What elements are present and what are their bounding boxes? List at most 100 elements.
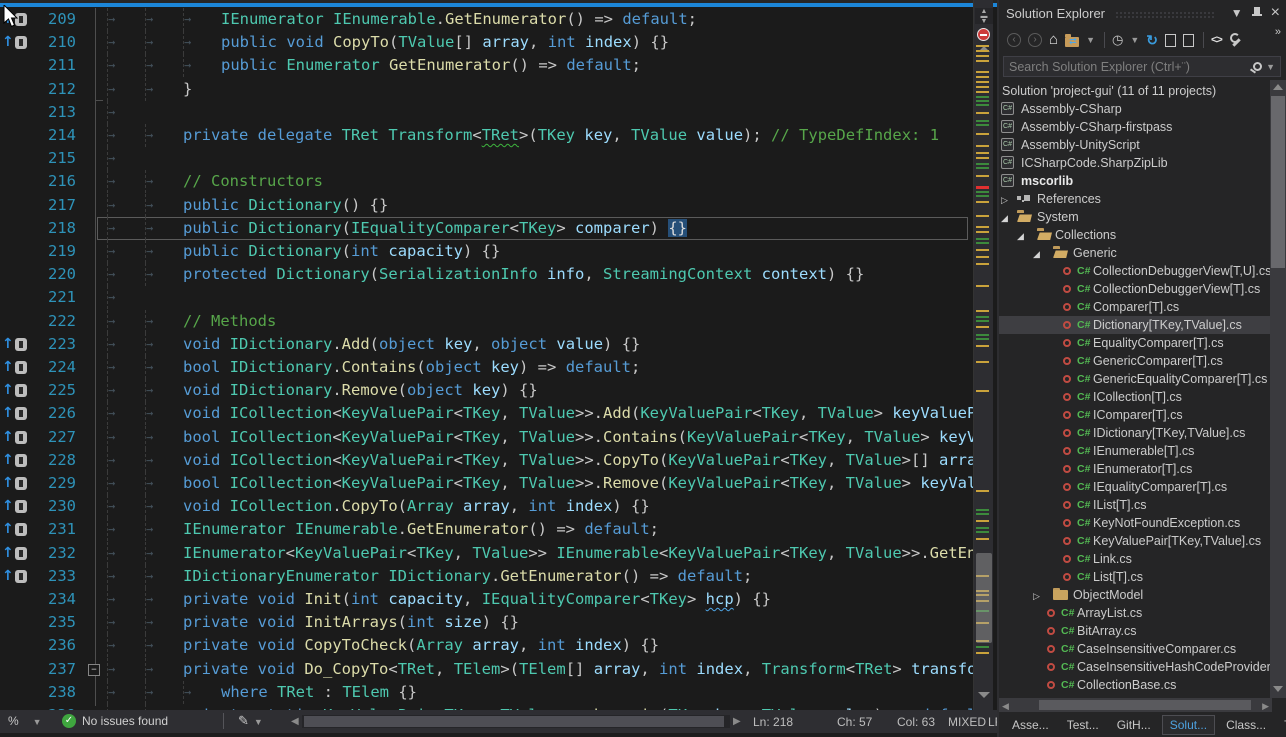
- code-line-227[interactable]: ↑227→→bool ICollection<KeyValuePair<TKey…: [0, 426, 973, 450]
- code-line-210[interactable]: ↑210→→→public void CopyTo(TValue[] array…: [0, 31, 973, 55]
- tree-item-objectmodel[interactable]: ▷ObjectModel: [999, 586, 1272, 604]
- collapse-all-icon[interactable]: [1165, 34, 1176, 47]
- panel-tab-gith[interactable]: GitH...: [1110, 716, 1158, 734]
- chevron-down-icon[interactable]: ▼: [1086, 32, 1095, 48]
- collapsed-arrow-icon[interactable]: ▷: [1001, 191, 1008, 209]
- zoom-percent-control[interactable]: %▼: [8, 714, 42, 728]
- tree-item-genericequalitycomparer-t-cs[interactable]: C#GenericEqualityComparer[T].cs: [999, 370, 1272, 388]
- interface-implementation-badge-icon[interactable]: [15, 500, 27, 513]
- formatting-brush-button[interactable]: ✎▼: [238, 713, 263, 729]
- code-line-223[interactable]: ↑223→→void IDictionary.Add(object key, o…: [0, 333, 973, 357]
- scrollbar-thumb[interactable]: [1039, 700, 1251, 710]
- interface-implementation-badge-icon[interactable]: [15, 384, 27, 397]
- tree-vertical-scrollbar[interactable]: [1270, 80, 1286, 698]
- code-line-220[interactable]: 220→→protected Dictionary(SerializationI…: [0, 263, 973, 287]
- interface-implementation-badge-icon[interactable]: [15, 431, 27, 444]
- scroll-down-arrow[interactable]: [1273, 686, 1283, 692]
- reference-up-arrow-icon[interactable]: ↑: [2, 405, 14, 421]
- code-line-216[interactable]: 216→→// Constructors: [0, 170, 973, 194]
- scrollbar-thumb[interactable]: [1271, 96, 1285, 268]
- code-line-211[interactable]: 211→→→public Enumerator GetEnumerator() …: [0, 54, 973, 78]
- reference-up-arrow-icon[interactable]: ↑: [2, 359, 14, 375]
- tree-item-equalitycomparer-t-cs[interactable]: C#EqualityComparer[T].cs: [999, 334, 1272, 352]
- window-position-icon[interactable]: ▼: [1231, 6, 1243, 20]
- code-line-224[interactable]: ↑224→→bool IDictionary.Contains(object k…: [0, 356, 973, 380]
- scrollbar-thumb[interactable]: [976, 553, 992, 643]
- code-line-218[interactable]: 218→→public Dictionary(IEqualityComparer…: [0, 217, 973, 241]
- code-line-212[interactable]: 212→→}: [0, 78, 973, 102]
- search-icon[interactable]: [1253, 62, 1262, 71]
- code-line-234[interactable]: 234→→private void Init(int capacity, IEq…: [0, 588, 973, 612]
- properties-wrench-icon[interactable]: [1229, 33, 1243, 47]
- tree-item-references[interactable]: ▷References: [999, 190, 1272, 208]
- tree-item-mscorlib[interactable]: C#mscorlib: [999, 172, 1272, 190]
- tree-item-genericcomparer-t-cs[interactable]: C#GenericComparer[T].cs: [999, 352, 1272, 370]
- search-input[interactable]: Search Solution Explorer (Ctrl+¨): [1004, 60, 1253, 74]
- expanded-arrow-icon[interactable]: ◢: [1017, 227, 1024, 245]
- tree-item-iequalitycomparer-t-cs[interactable]: C#IEqualityComparer[T].cs: [999, 478, 1272, 496]
- tree-item-idictionary-tkey-tvalue-cs[interactable]: C#IDictionary[TKey,TValue].cs: [999, 424, 1272, 442]
- chevron-down-icon[interactable]: ▼: [1266, 62, 1275, 72]
- expanded-arrow-icon[interactable]: ◢: [1001, 209, 1008, 227]
- code-line-226[interactable]: ↑226→→void ICollection<KeyValuePair<TKey…: [0, 402, 973, 426]
- code-line-233[interactable]: ↑233→→IDictionaryEnumerator IDictionary.…: [0, 565, 973, 589]
- tree-item-assembly-unityscript[interactable]: C#Assembly-UnityScript: [999, 136, 1272, 154]
- tree-item-solution-project-gui-11-of-11-projects-[interactable]: Solution 'project-gui' (11 of 11 project…: [999, 82, 1272, 100]
- issues-status[interactable]: No issues found: [82, 714, 168, 728]
- hscroll-thumb[interactable]: [304, 716, 724, 727]
- code-line-219[interactable]: 219→→public Dictionary(int capacity) {}: [0, 240, 973, 264]
- fold-collapse-box[interactable]: −: [88, 664, 100, 676]
- code-line-214[interactable]: 214→→private delegate TRet Transform<TRe…: [0, 124, 973, 148]
- interface-implementation-badge-icon[interactable]: [15, 570, 27, 583]
- tree-horizontal-scrollbar[interactable]: ◀ ▶: [999, 698, 1272, 712]
- code-area[interactable]: ↑209→→→IEnumerator IEnumerable.GetEnumer…: [0, 0, 973, 710]
- refresh-icon[interactable]: ↻: [1146, 32, 1158, 48]
- code-line-235[interactable]: 235→→private void InitArrays(int size) {…: [0, 611, 973, 635]
- interface-implementation-badge-icon[interactable]: [15, 361, 27, 374]
- code-line-215[interactable]: 215→: [0, 147, 973, 171]
- tree-item-caseinsensitivehashcodeprovider-cs[interactable]: C#CaseInsensitiveHashCodeProvider.cs: [999, 658, 1272, 676]
- tree-item-collectionbase-cs[interactable]: C#CollectionBase.cs: [999, 676, 1272, 694]
- tree-item-generic[interactable]: ◢Generic: [999, 244, 1272, 262]
- panel-tab-class[interactable]: Class...: [1219, 716, 1273, 734]
- tree-item-keynotfoundexception-cs[interactable]: C#KeyNotFoundException.cs: [999, 514, 1272, 532]
- tree-item-icollection-t-cs[interactable]: C#ICollection[T].cs: [999, 388, 1272, 406]
- panel-tab-asse[interactable]: Asse...: [1005, 716, 1056, 734]
- reference-up-arrow-icon[interactable]: ↑: [2, 568, 14, 584]
- interface-implementation-badge-icon[interactable]: [15, 36, 27, 49]
- code-line-213[interactable]: 213→: [0, 101, 973, 125]
- tree-item-keyvaluepair-tkey-tvalue-cs[interactable]: C#KeyValuePair[TKey,TValue].cs: [999, 532, 1272, 550]
- hscroll-left-arrow[interactable]: ◀: [291, 716, 299, 727]
- expanded-arrow-icon[interactable]: ◢: [1033, 245, 1040, 263]
- tree-item-icomparer-t-cs[interactable]: C#IComparer[T].cs: [999, 406, 1272, 424]
- code-line-225[interactable]: ↑225→→void IDictionary.Remove(object key…: [0, 379, 973, 403]
- code-line-237[interactable]: 237−→→private void Do_CopyTo<TRet, TElem…: [0, 658, 973, 682]
- interface-implementation-badge-icon[interactable]: [15, 477, 27, 490]
- scroll-down-arrow[interactable]: [978, 692, 990, 698]
- chevron-down-icon[interactable]: ▼: [1130, 32, 1139, 48]
- reference-up-arrow-icon[interactable]: ↑: [2, 382, 14, 398]
- solution-explorer-header[interactable]: Solution Explorer ▼ ×: [999, 0, 1286, 26]
- search-box[interactable]: Search Solution Explorer (Ctrl+¨) ▼: [1003, 56, 1281, 77]
- collapsed-arrow-icon[interactable]: ▷: [1033, 587, 1040, 605]
- hscroll-right-arrow[interactable]: ▶: [1262, 701, 1269, 712]
- pin-icon[interactable]: [1252, 6, 1262, 20]
- tree-item-collectiondebuggerview-t-u-cs[interactable]: C#CollectionDebuggerView[T,U].cs: [999, 262, 1272, 280]
- code-line-230[interactable]: ↑230→→void ICollection.CopyTo(Array arra…: [0, 495, 973, 519]
- tree-item-ienumerator-t-cs[interactable]: C#IEnumerator[T].cs: [999, 460, 1272, 478]
- interface-implementation-badge-icon[interactable]: [15, 407, 27, 420]
- reference-up-arrow-icon[interactable]: ↑: [2, 498, 14, 514]
- panel-tab-test[interactable]: Test...: [1060, 716, 1106, 734]
- tree-item-icsharpcode-sharpziplib[interactable]: C#ICSharpCode.SharpZipLib: [999, 154, 1272, 172]
- interface-implementation-badge-icon[interactable]: [15, 547, 27, 560]
- tree-item-list-t-cs[interactable]: C#List[T].cs: [999, 568, 1272, 586]
- tree-item-caseinsensitivecomparer-cs[interactable]: C#CaseInsensitiveComparer.cs: [999, 640, 1272, 658]
- reference-up-arrow-icon[interactable]: ↑: [2, 429, 14, 445]
- tree-item-assembly-csharp[interactable]: C#Assembly-CSharp: [999, 100, 1272, 118]
- code-editor[interactable]: ↑209→→→IEnumerator IEnumerable.GetEnumer…: [0, 0, 997, 710]
- tree-item-collectiondebuggerview-t-cs[interactable]: C#CollectionDebuggerView[T].cs: [999, 280, 1272, 298]
- pending-changes-filter-icon[interactable]: ◷: [1112, 32, 1123, 48]
- code-line-222[interactable]: 222→→// Methods: [0, 310, 973, 334]
- code-line-221[interactable]: 221→: [0, 286, 973, 310]
- switch-views-icon[interactable]: [1065, 37, 1079, 47]
